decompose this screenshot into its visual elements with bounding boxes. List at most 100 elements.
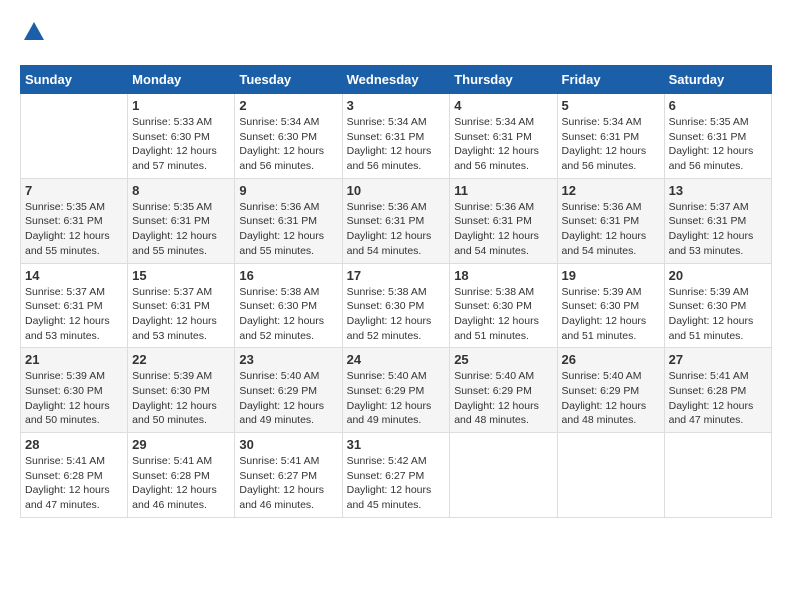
calendar-cell: 4Sunrise: 5:34 AMSunset: 6:31 PMDaylight… (450, 94, 557, 179)
day-info: Sunrise: 5:38 AMSunset: 6:30 PMDaylight:… (454, 285, 552, 344)
calendar-cell: 8 Sunrise: 5:35 AMSunset: 6:31 PMDaylight… (128, 178, 235, 263)
day-number: 21 (25, 352, 123, 367)
calendar-cell: 9 Sunrise: 5:36 AMSunset: 6:31 PMDaylight… (235, 178, 342, 263)
calendar-cell: 12 Sunrise: 5:36 AMSunset: 6:31 PMDayligh… (557, 178, 664, 263)
day-info: Sunrise: 5:38 AMSunset: 6:30 PMDaylight:… (239, 285, 337, 344)
day-number: 23 (239, 352, 337, 367)
day-info: Sunrise: 5:40 AMSunset: 6:29 PMDaylight:… (239, 369, 337, 428)
calendar-cell: 1 Sunrise: 5:33 AMSunset: 6:30 PMDaylight… (128, 94, 235, 179)
column-header-thursday: Thursday (450, 66, 557, 94)
day-number: 12 (562, 183, 660, 198)
day-info: Sunrise: 5:41 AMSunset: 6:27 PMDaylight:… (239, 454, 337, 513)
column-header-monday: Monday (128, 66, 235, 94)
day-info: Sunrise: 5:37 AMSunset: 6:31 PMDaylight:… (132, 285, 230, 344)
day-number: 3 (347, 98, 446, 113)
column-header-friday: Friday (557, 66, 664, 94)
day-number: 29 (132, 437, 230, 452)
day-info: Sunrise: 5:39 AMSunset: 6:30 PMDaylight:… (25, 369, 123, 428)
day-number: 9 (239, 183, 337, 198)
calendar-cell: 6 Sunrise: 5:35 AMSunset: 6:31 PMDaylight… (664, 94, 771, 179)
calendar-cell: 14 Sunrise: 5:37 AMSunset: 6:31 PMDayligh… (21, 263, 128, 348)
calendar-cell: 22 Sunrise: 5:39 AMSunset: 6:30 PMDayligh… (128, 348, 235, 433)
calendar-cell: 15 Sunrise: 5:37 AMSunset: 6:31 PMDayligh… (128, 263, 235, 348)
day-info: Sunrise: 5:35 AMSunset: 6:31 PMDaylight:… (669, 115, 767, 174)
day-info: Sunrise: 5:37 AMSunset: 6:31 PMDaylight:… (25, 285, 123, 344)
day-info: Sunrise: 5:40 AMSunset: 6:29 PMDaylight:… (454, 369, 552, 428)
day-info: Sunrise: 5:36 AMSunset: 6:31 PMDaylight:… (347, 200, 446, 259)
calendar-cell (21, 94, 128, 179)
calendar-cell: 27 Sunrise: 5:41 AMSunset: 6:28 PMDayligh… (664, 348, 771, 433)
day-number: 28 (25, 437, 123, 452)
calendar-cell: 17 Sunrise: 5:38 AMSunset: 6:30 PMDayligh… (342, 263, 450, 348)
calendar-cell: 31 Sunrise: 5:42 AMSunset: 6:27 PMDayligh… (342, 433, 450, 518)
day-number: 16 (239, 268, 337, 283)
column-header-sunday: Sunday (21, 66, 128, 94)
day-info: Sunrise: 5:33 AMSunset: 6:30 PMDaylight:… (132, 115, 230, 174)
calendar-cell: 11 Sunrise: 5:36 AMSunset: 6:31 PMDayligh… (450, 178, 557, 263)
day-number: 5 (562, 98, 660, 113)
calendar-week-row: 1 Sunrise: 5:33 AMSunset: 6:30 PMDaylight… (21, 94, 772, 179)
day-number: 2 (239, 98, 337, 113)
day-info: Sunrise: 5:36 AMSunset: 6:31 PMDaylight:… (454, 200, 552, 259)
calendar-cell: 20Sunrise: 5:39 AMSunset: 6:30 PMDayligh… (664, 263, 771, 348)
day-number: 14 (25, 268, 123, 283)
calendar-week-row: 14 Sunrise: 5:37 AMSunset: 6:31 PMDayligh… (21, 263, 772, 348)
day-info: Sunrise: 5:42 AMSunset: 6:27 PMDaylight:… (347, 454, 446, 513)
day-info: Sunrise: 5:39 AMSunset: 6:30 PMDaylight:… (132, 369, 230, 428)
calendar-cell: 7Sunrise: 5:35 AMSunset: 6:31 PMDaylight… (21, 178, 128, 263)
day-info: Sunrise: 5:34 AMSunset: 6:30 PMDaylight:… (239, 115, 337, 174)
calendar-week-row: 21 Sunrise: 5:39 AMSunset: 6:30 PMDayligh… (21, 348, 772, 433)
day-number: 10 (347, 183, 446, 198)
day-number: 20 (669, 268, 767, 283)
calendar-cell: 18 Sunrise: 5:38 AMSunset: 6:30 PMDayligh… (450, 263, 557, 348)
calendar-cell: 29Sunrise: 5:41 AMSunset: 6:28 PMDayligh… (128, 433, 235, 518)
logo-icon (22, 20, 46, 44)
calendar-cell (557, 433, 664, 518)
day-number: 17 (347, 268, 446, 283)
day-info: Sunrise: 5:34 AMSunset: 6:31 PMDaylight:… (454, 115, 552, 174)
day-info: Sunrise: 5:37 AMSunset: 6:31 PMDaylight:… (669, 200, 767, 259)
day-info: Sunrise: 5:38 AMSunset: 6:30 PMDaylight:… (347, 285, 446, 344)
day-number: 6 (669, 98, 767, 113)
day-number: 11 (454, 183, 552, 198)
day-info: Sunrise: 5:34 AMSunset: 6:31 PMDaylight:… (562, 115, 660, 174)
calendar-header-row: SundayMondayTuesdayWednesdayThursdayFrid… (21, 66, 772, 94)
day-info: Sunrise: 5:40 AMSunset: 6:29 PMDaylight:… (562, 369, 660, 428)
day-number: 1 (132, 98, 230, 113)
column-header-tuesday: Tuesday (235, 66, 342, 94)
day-info: Sunrise: 5:41 AMSunset: 6:28 PMDaylight:… (669, 369, 767, 428)
day-number: 31 (347, 437, 446, 452)
day-info: Sunrise: 5:35 AMSunset: 6:31 PMDaylight:… (132, 200, 230, 259)
logo (20, 20, 46, 49)
day-number: 27 (669, 352, 767, 367)
day-info: Sunrise: 5:40 AMSunset: 6:29 PMDaylight:… (347, 369, 446, 428)
column-header-wednesday: Wednesday (342, 66, 450, 94)
day-number: 30 (239, 437, 337, 452)
day-number: 26 (562, 352, 660, 367)
calendar-cell: 2 Sunrise: 5:34 AMSunset: 6:30 PMDaylight… (235, 94, 342, 179)
calendar-cell: 5 Sunrise: 5:34 AMSunset: 6:31 PMDaylight… (557, 94, 664, 179)
calendar-cell (664, 433, 771, 518)
calendar-week-row: 28 Sunrise: 5:41 AMSunset: 6:28 PMDayligh… (21, 433, 772, 518)
day-number: 22 (132, 352, 230, 367)
calendar-cell: 21 Sunrise: 5:39 AMSunset: 6:30 PMDayligh… (21, 348, 128, 433)
day-number: 19 (562, 268, 660, 283)
calendar-cell: 13 Sunrise: 5:37 AMSunset: 6:31 PMDayligh… (664, 178, 771, 263)
calendar-cell: 25 Sunrise: 5:40 AMSunset: 6:29 PMDayligh… (450, 348, 557, 433)
day-number: 15 (132, 268, 230, 283)
day-info: Sunrise: 5:36 AMSunset: 6:31 PMDaylight:… (562, 200, 660, 259)
calendar-cell: 26 Sunrise: 5:40 AMSunset: 6:29 PMDayligh… (557, 348, 664, 433)
day-number: 8 (132, 183, 230, 198)
day-number: 25 (454, 352, 552, 367)
day-info: Sunrise: 5:39 AMSunset: 6:30 PMDaylight:… (562, 285, 660, 344)
calendar-week-row: 7Sunrise: 5:35 AMSunset: 6:31 PMDaylight… (21, 178, 772, 263)
calendar-cell: 23 Sunrise: 5:40 AMSunset: 6:29 PMDayligh… (235, 348, 342, 433)
calendar-cell (450, 433, 557, 518)
day-info: Sunrise: 5:41 AMSunset: 6:28 PMDaylight:… (25, 454, 123, 513)
day-number: 18 (454, 268, 552, 283)
calendar-table: SundayMondayTuesdayWednesdayThursdayFrid… (20, 65, 772, 518)
calendar-cell: 24Sunrise: 5:40 AMSunset: 6:29 PMDayligh… (342, 348, 450, 433)
day-info: Sunrise: 5:36 AMSunset: 6:31 PMDaylight:… (239, 200, 337, 259)
day-number: 13 (669, 183, 767, 198)
page-header (20, 20, 772, 49)
